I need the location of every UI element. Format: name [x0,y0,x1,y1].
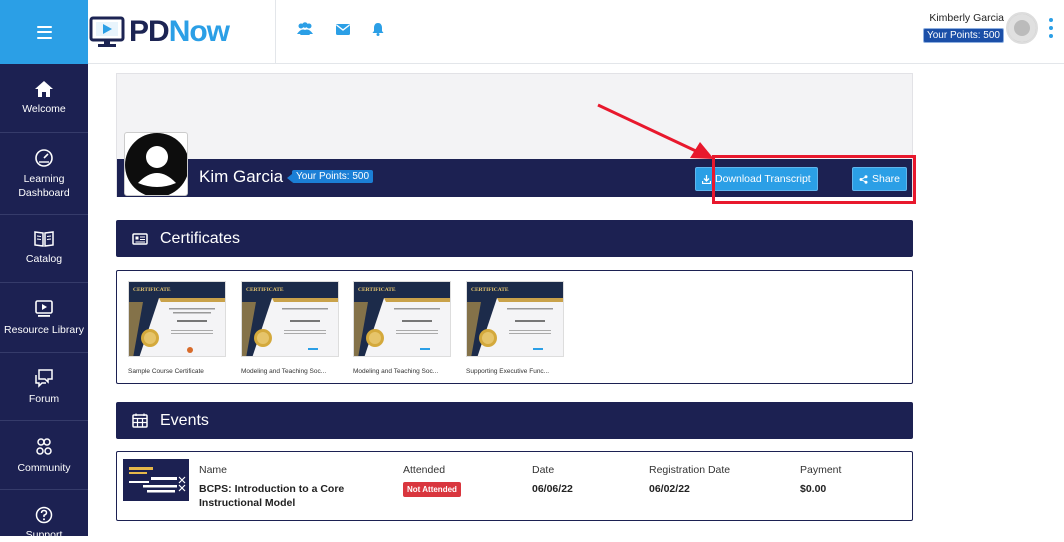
menu-toggle-button[interactable] [0,0,88,64]
logo-text: PDNow [129,15,230,49]
user-name: Kimberly Garcia [929,12,1004,24]
certificate-caption: Sample Course Certificate [128,368,204,375]
sidebar: Welcome Learning Dashboard Catalog Resou… [0,64,88,541]
logo-text-now: Now [168,15,230,48]
main-content: Kim Garcia Your Points: 500 Download Tra… [88,64,1064,536]
sidebar-item-forum[interactable]: Forum [0,368,88,406]
chat-icon [35,369,53,388]
column-header-name: Name [199,464,228,476]
community-icon [36,438,52,455]
certificate-item[interactable]: CERTIFICATE Modeling and Teaching Soc... [353,281,451,375]
certificate-caption: Modeling and Teaching Soc... [241,368,327,375]
event-date: 06/06/22 [532,483,573,495]
event-name-line1: BCPS: Introduction to a Core [199,483,345,495]
certificate-heading: CERTIFICATE [358,287,396,293]
certificate-thumbnail: CERTIFICATE [241,281,339,357]
sidebar-divider [0,489,88,490]
certificate-icon [132,232,148,245]
event-thumbnail [123,459,189,501]
sidebar-divider [0,214,88,215]
help-icon [35,506,53,524]
events-list: Name Attended Date Registration Date Pay… [116,451,913,521]
logo-monitor-icon [89,16,125,47]
monitor-icon [35,300,53,317]
home-icon [35,81,53,97]
certificate-caption: Modeling and Teaching Soc... [353,368,439,375]
sidebar-item-resource-library[interactable]: Resource Library [0,299,88,337]
sidebar-divider [0,420,88,421]
users-icon[interactable] [296,22,314,36]
event-name[interactable]: BCPS: Introduction to a Core Instruction… [199,482,344,510]
profile-avatar [124,132,188,196]
bell-icon[interactable] [372,22,384,36]
user-silhouette-icon [125,133,187,195]
column-header-attended: Attended [403,464,446,476]
sidebar-item-label: Catalog [25,253,63,265]
sidebar-item-learning-dashboard[interactable]: Learning Dashboard [0,148,88,200]
certificate-thumbnail: CERTIFICATE [466,281,564,357]
download-icon [702,174,711,184]
top-bar: PDNow Kimberly Garcia Your Points: 500 [0,0,1064,64]
certificate-thumbnail: CERTIFICATE [128,281,226,357]
event-registration-date: 06/02/22 [649,483,690,495]
user-menu[interactable]: Kimberly Garcia Your Points: 500 [922,12,1004,43]
book-icon [34,231,54,247]
certificates-title: Certificates [160,229,241,247]
mail-icon[interactable] [336,23,350,35]
calendar-icon [132,413,148,428]
certificate-heading: CERTIFICATE [246,287,284,293]
hamburger-icon [36,25,52,39]
profile-points-badge: Your Points: 500 [286,170,374,183]
sidebar-divider [0,352,88,353]
sidebar-item-label: Learning Dashboard [18,173,70,199]
sidebar-item-catalog[interactable]: Catalog [0,230,88,266]
events-header: Events [116,402,913,439]
event-payment: $0.00 [800,483,827,495]
points-badge: Your Points: 500 [922,28,1004,43]
sidebar-item-label: Forum [28,393,60,405]
profile-name: Kim Garcia [199,167,284,186]
sidebar-divider [0,282,88,283]
certificate-caption: Supporting Executive Func... [466,368,550,375]
highlight-annotation-box [712,155,916,204]
annotation-arrow-icon [597,103,714,159]
status-badge: Not Attended [403,482,461,497]
avatar[interactable] [1006,12,1038,44]
sidebar-item-welcome[interactable]: Welcome [0,80,88,116]
dashboard-icon [35,149,53,167]
sidebar-divider [0,132,88,133]
certificate-heading: CERTIFICATE [471,287,509,293]
column-header-date: Date [532,464,555,476]
logo-text-pd: PD [129,15,170,48]
sidebar-item-label: Resource Library [4,324,84,336]
column-header-registration-date: Registration Date [649,464,731,476]
sidebar-item-label: Support [25,529,63,541]
top-icon-bar [296,18,384,40]
logo[interactable]: PDNow [88,0,276,64]
column-header-payment: Payment [800,464,842,476]
certificate-item[interactable]: CERTIFICATE Sample Course Certificate [128,281,226,375]
certificates-list: CERTIFICATE Sample Course Certificate CE… [116,270,913,384]
certificate-heading: CERTIFICATE [133,287,171,293]
sidebar-item-label: Community [17,462,71,474]
sidebar-item-community[interactable]: Community [0,437,88,475]
sidebar-item-label: Welcome [22,103,66,115]
sidebar-item-support[interactable]: Support [0,506,88,542]
certificates-header: Certificates [116,220,913,257]
certificate-thumbnail: CERTIFICATE [353,281,451,357]
certificate-item[interactable]: CERTIFICATE Supporting Executive Func... [466,281,564,375]
more-options-icon[interactable] [1044,18,1058,38]
certificate-item[interactable]: CERTIFICATE Modeling and Teaching Soc... [241,281,339,375]
event-name-line2: Instructional Model [199,497,296,509]
events-title: Events [160,411,209,429]
